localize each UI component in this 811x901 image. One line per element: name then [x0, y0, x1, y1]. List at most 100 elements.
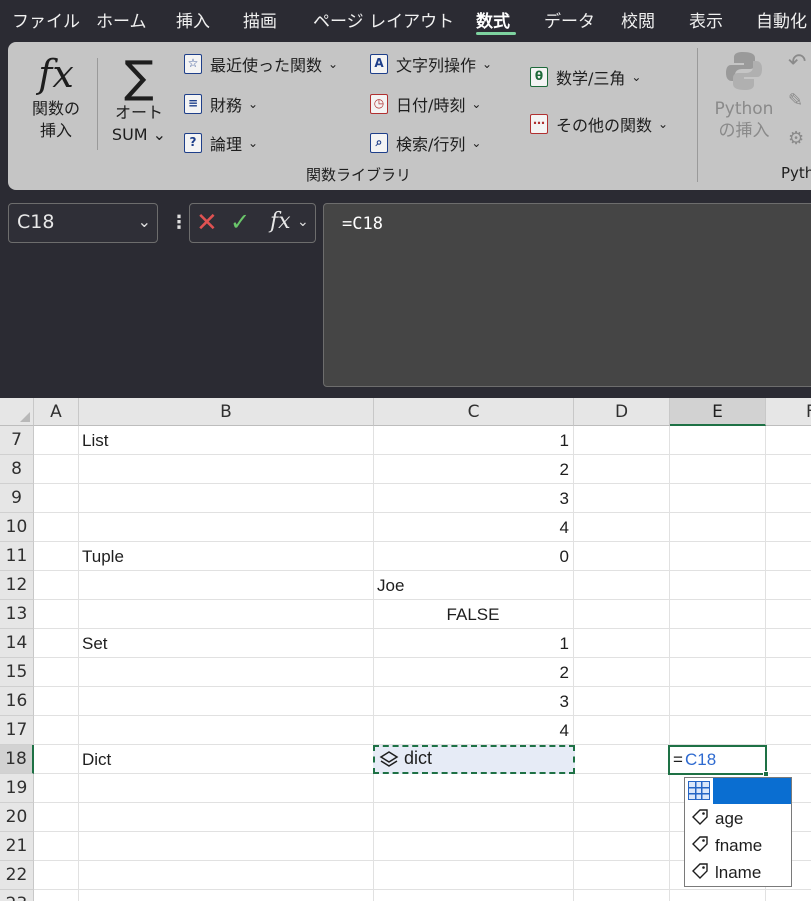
- cancel-icon[interactable]: ✕: [196, 208, 218, 238]
- more-functions-button[interactable]: ⋯ その他の関数 ⌄: [530, 112, 668, 136]
- cell-b11[interactable]: Tuple: [78, 542, 373, 571]
- cell-c15[interactable]: 2: [373, 658, 573, 687]
- python-icon: [726, 52, 762, 90]
- spreadsheet-grid: A B C D E F 7 8 9 10 11 12 13 14 15 16 1…: [0, 398, 811, 901]
- row-header[interactable]: 16: [0, 687, 34, 716]
- undo-icon[interactable]: ↶: [788, 50, 806, 75]
- name-box[interactable]: C18 ⌄: [8, 203, 158, 243]
- theta-icon: θ: [530, 67, 548, 87]
- autocomplete-item-lname[interactable]: lname: [685, 860, 791, 886]
- row-header[interactable]: 18: [0, 745, 34, 774]
- formula-input[interactable]: =C18: [323, 203, 811, 387]
- cell-e18-editor[interactable]: = C18: [668, 745, 769, 777]
- logical-button[interactable]: ? 論理 ⌄: [184, 131, 258, 155]
- tab-formulas[interactable]: 数式: [476, 7, 510, 32]
- gridline: [669, 426, 670, 901]
- row-header[interactable]: 22: [0, 861, 34, 890]
- cell-c7[interactable]: 1: [373, 426, 573, 455]
- vertical-dots-icon[interactable]: ⋮: [170, 212, 188, 233]
- layers-icon[interactable]: [379, 750, 399, 775]
- insert-python-label-2: の挿入: [718, 121, 770, 141]
- col-header-e[interactable]: E: [670, 398, 766, 426]
- active-tab-indicator: [476, 32, 516, 35]
- tab-data[interactable]: データ: [544, 7, 595, 32]
- row-header[interactable]: 14: [0, 629, 34, 658]
- autocomplete-item-table[interactable]: [685, 778, 791, 804]
- cell-c17[interactable]: 4: [373, 716, 573, 745]
- col-header-f[interactable]: F: [766, 398, 811, 426]
- cell-c18[interactable]: dict: [373, 745, 575, 774]
- tab-file[interactable]: ファイル: [12, 7, 80, 32]
- cell-c10[interactable]: 4: [373, 513, 573, 542]
- tab-home[interactable]: ホーム: [96, 7, 147, 32]
- ribbon: fx 関数の 挿入 ∑ オート SUM ⌄ ☆ 最近使った関数 ⌄ ≡ 財務 ⌄…: [8, 42, 811, 190]
- row-header[interactable]: 8: [0, 455, 34, 484]
- cell-c8[interactable]: 2: [373, 455, 573, 484]
- cell-b14[interactable]: Set: [78, 629, 373, 658]
- insert-function-icon[interactable]: fx: [270, 209, 291, 234]
- datetime-label: 日付/時刻: [396, 96, 466, 115]
- tab-insert[interactable]: 挿入: [176, 7, 210, 32]
- tab-view[interactable]: 表示: [689, 7, 723, 32]
- col-header-c[interactable]: C: [374, 398, 574, 426]
- row-header[interactable]: 12: [0, 571, 34, 600]
- chevron-down-icon: ⌄: [248, 97, 259, 111]
- row-header[interactable]: 15: [0, 658, 34, 687]
- col-header-b[interactable]: B: [79, 398, 374, 426]
- chevron-down-icon[interactable]: ⌄: [297, 214, 309, 230]
- field-autocomplete-list: age fname lname: [684, 777, 792, 887]
- cell-b18[interactable]: Dict: [78, 745, 373, 774]
- row-header[interactable]: 17: [0, 716, 34, 745]
- tab-review[interactable]: 校閲: [621, 7, 655, 32]
- autosum-label-2: SUM ⌄: [111, 125, 167, 144]
- autocomplete-item-fname[interactable]: fname: [685, 833, 791, 859]
- insert-python-button[interactable]: Python の挿入: [708, 50, 780, 142]
- math-trig-label: 数学/三角: [556, 69, 626, 88]
- settings-icon[interactable]: ⚙: [788, 128, 804, 149]
- row-header[interactable]: 23: [0, 890, 34, 901]
- row-header[interactable]: 9: [0, 484, 34, 513]
- text-a-icon: A: [370, 54, 388, 74]
- text-functions-button[interactable]: A 文字列操作 ⌄: [370, 52, 492, 76]
- datetime-button[interactable]: ◷ 日付/時刻 ⌄: [370, 92, 481, 116]
- row-header[interactable]: 10: [0, 513, 34, 542]
- row-header[interactable]: 19: [0, 774, 34, 803]
- recent-functions-label: 最近使った関数: [210, 56, 323, 75]
- formula-reference: C18: [685, 750, 717, 769]
- row-header[interactable]: 13: [0, 600, 34, 629]
- gridline: [78, 426, 79, 901]
- autocomplete-item-age[interactable]: age: [685, 806, 791, 832]
- enter-check-icon[interactable]: ✓: [230, 208, 250, 236]
- tab-automate[interactable]: 自動化: [756, 7, 807, 32]
- cell-c11[interactable]: 0: [373, 542, 573, 571]
- tab-page-layout[interactable]: ページ レイアウト: [313, 7, 454, 32]
- autosum-button[interactable]: ∑ オート SUM ⌄: [108, 54, 170, 146]
- cell-c14[interactable]: 1: [373, 629, 573, 658]
- pencil-icon[interactable]: ✎: [788, 90, 803, 111]
- col-header-d[interactable]: D: [574, 398, 670, 426]
- gridline: [573, 426, 574, 901]
- row-header[interactable]: 7: [0, 426, 34, 455]
- chevron-down-icon: ⌄: [471, 97, 482, 111]
- cell-c16[interactable]: 3: [373, 687, 573, 716]
- cell-c12[interactable]: Joe: [373, 571, 573, 600]
- financial-button[interactable]: ≡ 財務 ⌄: [184, 92, 258, 116]
- col-header-a[interactable]: A: [34, 398, 79, 426]
- insert-python-label-1: Python: [714, 99, 774, 119]
- lookup-button[interactable]: ⌕ 検索/行列 ⌄: [370, 131, 481, 155]
- tab-draw[interactable]: 描画: [243, 7, 277, 32]
- row-header[interactable]: 11: [0, 542, 34, 571]
- cell-c9[interactable]: 3: [373, 484, 573, 513]
- row-header[interactable]: 21: [0, 832, 34, 861]
- math-trig-button[interactable]: θ 数学/三角 ⌄: [530, 65, 641, 89]
- chevron-down-icon[interactable]: ⌄: [138, 212, 151, 231]
- cell-b7[interactable]: List: [78, 426, 373, 455]
- recent-functions-button[interactable]: ☆ 最近使った関数 ⌄: [184, 52, 338, 76]
- cell-c13[interactable]: FALSE: [373, 600, 573, 629]
- select-all-corner[interactable]: [0, 398, 34, 426]
- insert-function-button[interactable]: fx 関数の 挿入: [24, 50, 88, 142]
- row-header[interactable]: 20: [0, 803, 34, 832]
- insert-function-label-2: 挿入: [39, 121, 72, 140]
- text-functions-label: 文字列操作: [396, 56, 477, 75]
- chevron-down-icon: ⌄: [658, 117, 669, 131]
